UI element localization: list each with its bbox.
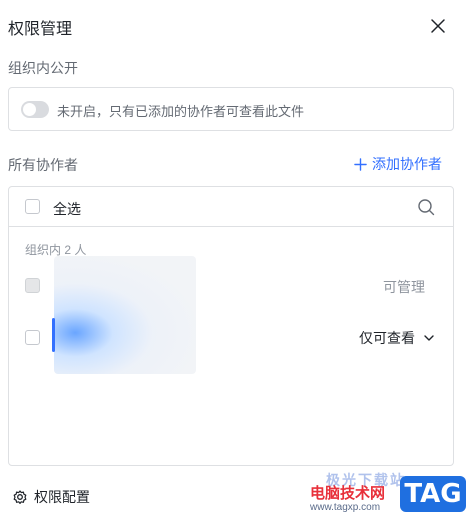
plus-icon	[354, 157, 367, 171]
watermark-tag: TAG	[400, 476, 466, 512]
dialog-header: 权限管理	[8, 14, 456, 38]
public-description: 未开启，只有已添加的协作者可查看此文件	[57, 104, 305, 119]
add-collaborator-label: 添加协作者	[372, 156, 442, 172]
permission-settings-link[interactable]: 权限配置	[12, 487, 90, 507]
permission-dropdown[interactable]: 仅可查看	[359, 328, 435, 348]
public-setting-box: 未开启，只有已添加的协作者可查看此文件	[8, 87, 454, 131]
blurred-member-avatars	[54, 256, 196, 374]
member-checkbox[interactable]	[25, 278, 40, 293]
selected-indicator	[52, 318, 55, 352]
chevron-down-icon	[424, 335, 434, 341]
public-section-label: 组织内公开	[8, 60, 78, 76]
dialog-title: 权限管理	[8, 21, 73, 38]
public-toggle[interactable]	[21, 101, 49, 118]
select-all-checkbox[interactable]	[25, 199, 40, 214]
close-icon[interactable]	[428, 16, 448, 36]
gear-icon	[13, 490, 27, 505]
watermark-site: 电脑技术网	[310, 485, 386, 502]
collaborators-label: 所有协作者	[8, 157, 78, 173]
select-all-row: 全选	[9, 187, 453, 227]
member-permission: 可管理	[383, 279, 425, 295]
watermark: 极光下载站 电脑技术网 www.tagxp.com TAG	[308, 470, 468, 520]
search-icon[interactable]	[417, 198, 435, 216]
watermark-url: www.tagxp.com	[310, 502, 381, 513]
permission-settings-label: 权限配置	[34, 489, 90, 505]
add-collaborator-button[interactable]: 添加协作者	[354, 154, 442, 174]
permission-dropdown-value: 仅可查看	[359, 330, 415, 346]
member-checkbox[interactable]	[25, 330, 40, 345]
toggle-knob	[23, 103, 36, 116]
select-all-label: 全选	[53, 201, 81, 217]
